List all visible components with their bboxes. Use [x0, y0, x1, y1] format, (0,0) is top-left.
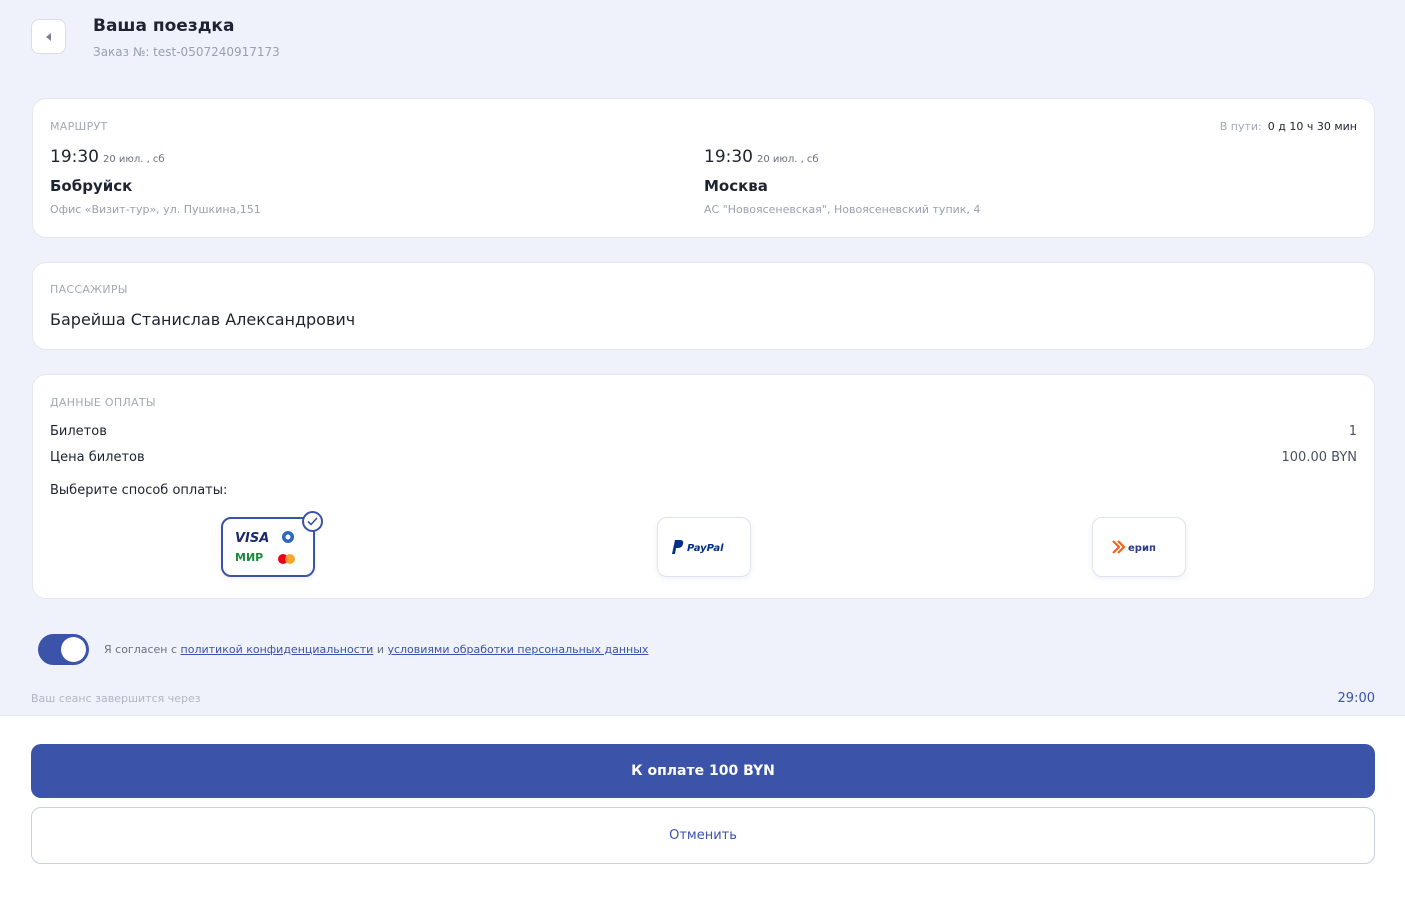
paypal-logo-icon: PayPal — [672, 540, 724, 554]
personal-data-link[interactable]: условиями обработки персональных данных — [387, 643, 648, 656]
duration-label: В пути: — [1219, 120, 1262, 133]
price-value: 100.00 BYN — [1281, 450, 1358, 465]
arrival-address: АС "Новоясеневская", Новоясеневский тупи… — [704, 203, 981, 216]
toggle-knob — [61, 637, 86, 662]
svg-text:VISA: VISA — [235, 531, 269, 546]
page-title: Ваша поездка — [93, 16, 235, 36]
departure-date: 20 июл. , сб — [103, 154, 165, 165]
privacy-policy-link[interactable]: политикой конфиденциальности — [181, 643, 374, 656]
session-notice: Ваш сеанс завершится через — [31, 692, 201, 705]
bottom-bar: К оплате 100 BYN Отменить — [0, 715, 1405, 900]
departure-stop: 19:30 20 июл. , сб Бобруйск Офис «Визит-т… — [50, 147, 261, 216]
consent-toggle[interactable] — [38, 634, 89, 665]
choose-payment-label: Выберите способ оплаты: — [50, 483, 228, 498]
route-label: МАРШРУТ — [50, 120, 108, 133]
passenger-name: Барейша Станислав Александрович — [50, 310, 356, 329]
arrival-time: 19:30 — [704, 147, 753, 167]
departure-address: Офис «Визит-тур», ул. Пушкина,151 — [50, 203, 261, 216]
payment-method-erip[interactable]: ерип — [1092, 517, 1186, 577]
departure-city: Бобруйск — [50, 177, 133, 195]
pay-button[interactable]: К оплате 100 BYN — [31, 744, 1375, 798]
payment-method-cards[interactable]: VISA МИР — [221, 511, 323, 577]
price-row: Цена билетов 100.00 BYN — [50, 450, 1357, 465]
passengers-card: ПАССАЖИРЫ Барейша Станислав Александрови… — [32, 262, 1375, 350]
tickets-label: Билетов — [50, 424, 107, 439]
route-card: МАРШРУТ В пути: 0 д 10 ч 30 мин 19:30 20 и… — [32, 98, 1375, 238]
erip-logo-icon: ерип — [1112, 540, 1156, 554]
cancel-button[interactable]: Отменить — [31, 807, 1375, 864]
consent-middle: и — [376, 643, 384, 656]
svg-text:МИР: МИР — [235, 551, 263, 564]
passengers-label: ПАССАЖИРЫ — [50, 283, 128, 296]
back-arrow-icon — [45, 32, 51, 41]
price-label: Цена билетов — [50, 450, 145, 465]
duration-value: 0 д 10 ч 30 мин — [1267, 120, 1357, 133]
arrival-city: Москва — [704, 177, 768, 195]
svg-text:PayPal: PayPal — [687, 543, 724, 554]
tickets-value: 1 — [1348, 424, 1357, 439]
arrival-date: 20 июл. , сб — [757, 154, 819, 165]
arrival-stop: 19:30 20 июл. , сб Москва АС "Новоясеневс… — [704, 147, 980, 216]
payment-label: ДАННЫЕ ОПЛАТЫ — [50, 396, 156, 409]
consent-prefix: Я согласен с — [104, 643, 178, 656]
tickets-row: Билетов 1 — [50, 424, 1357, 439]
svg-text:ерип: ерип — [1128, 543, 1156, 554]
header: Ваша поездка Заказ №: test-0507240917173 — [0, 0, 1405, 80]
session-timer: 29:00 — [1337, 691, 1375, 706]
payment-card: ДАННЫЕ ОПЛАТЫ Билетов 1 Цена билетов 100… — [32, 374, 1375, 599]
order-number: Заказ №: test-0507240917173 — [93, 45, 280, 59]
cards-logo-icon: VISA МИР — [235, 531, 295, 564]
back-button[interactable] — [31, 19, 66, 54]
selected-check-icon — [302, 511, 323, 532]
consent-text: Я согласен с политикой конфиденциальност… — [104, 643, 648, 656]
trip-duration: В пути: 0 д 10 ч 30 мин — [1220, 120, 1357, 133]
payment-method-paypal[interactable]: PayPal — [657, 517, 751, 577]
departure-time: 19:30 — [50, 147, 99, 167]
